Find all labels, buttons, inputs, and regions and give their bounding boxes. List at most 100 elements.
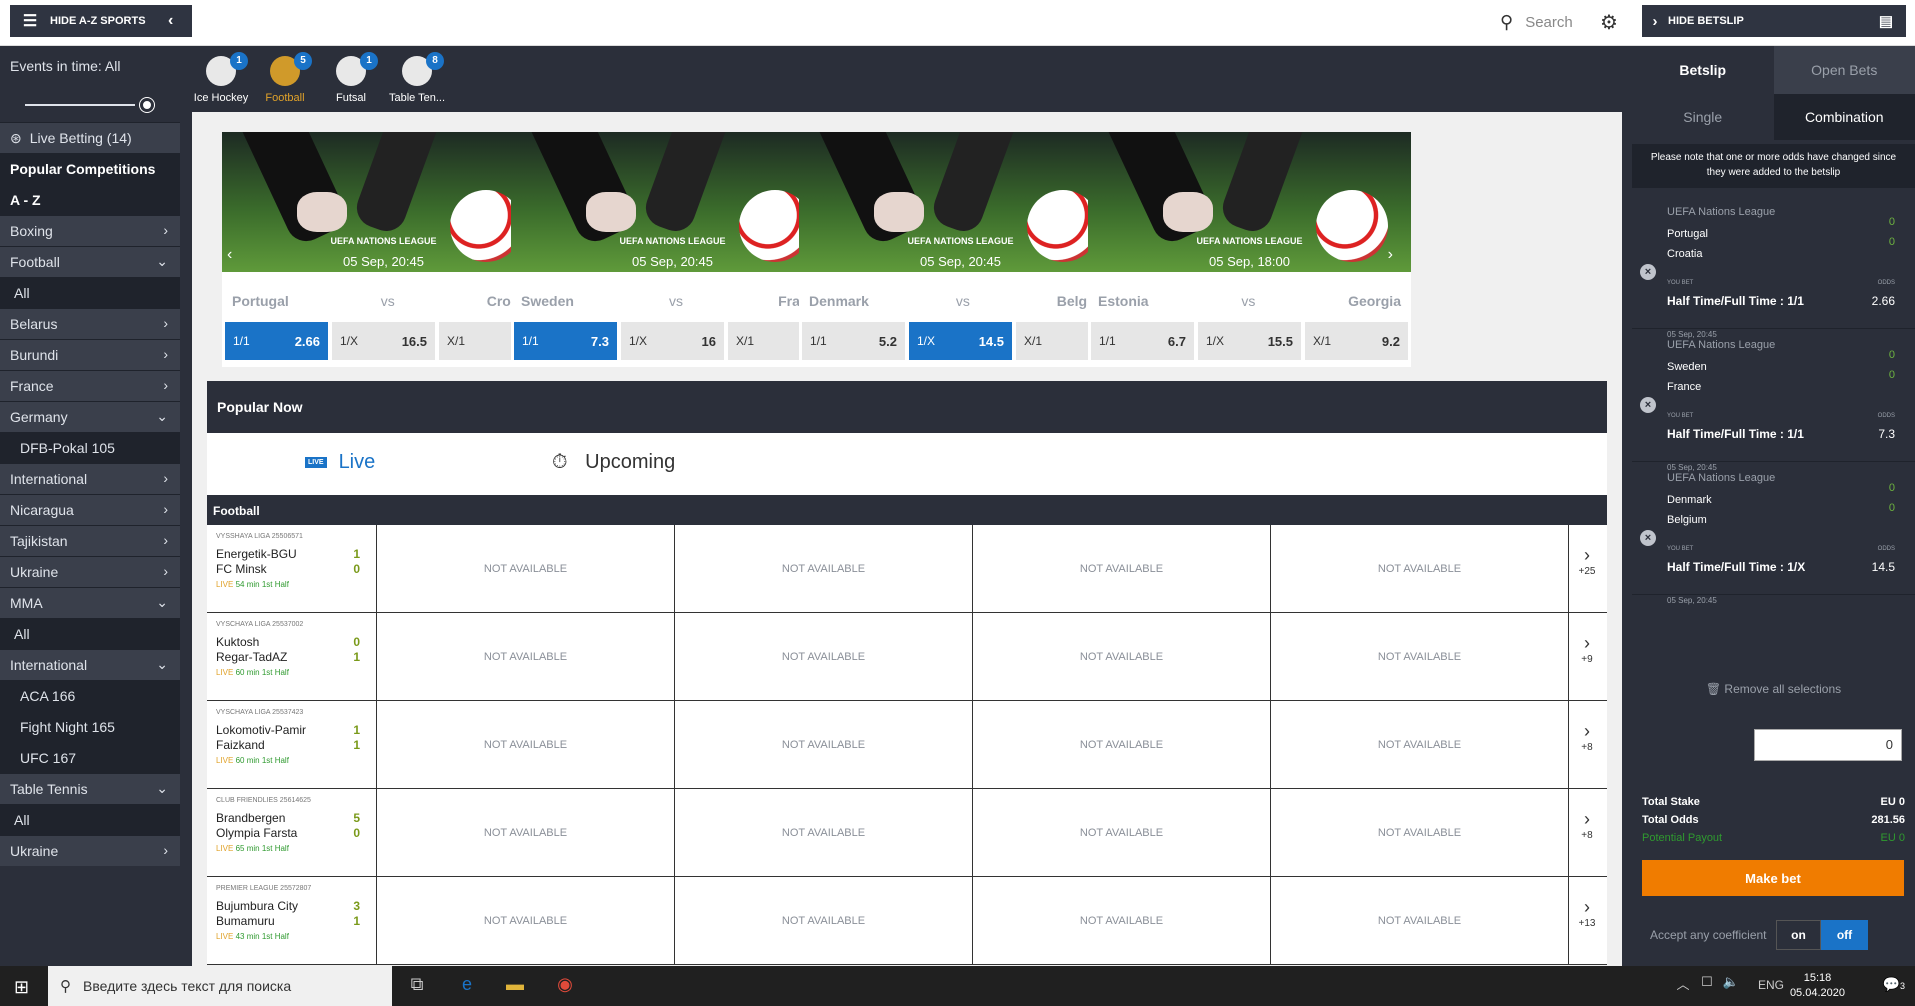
tab-single[interactable]: Single [1632,94,1774,140]
sidebar-item-5[interactable]: Belarus › [0,308,180,339]
time-slider-track[interactable] [25,104,135,106]
match-time: 60 min 1st Half [235,756,289,765]
odds-button[interactable]: 1/1 2.66 [225,322,328,360]
odds-button[interactable]: 1/1 5.2 [802,322,905,360]
time-slider-handle[interactable] [140,98,154,112]
close-icon[interactable]: × [1640,264,1656,280]
tab-open-bets[interactable]: Open Bets [1773,46,1915,94]
odds-button[interactable]: 1/X 16 [621,322,724,360]
match-info: CLUB FRIENDLIES 25614625 Brandbergen Olymp… [207,789,377,876]
odds-not-available: NOT AVAILABLE [1271,613,1569,700]
tab-live-label: Live [338,451,376,473]
notification-icon[interactable]: 💬3 [1883,976,1905,993]
remove-all-button[interactable]: 🗑 Remove all selections [1632,682,1915,696]
table-row[interactable]: VYSSHAYA LIGA 25506571 Energetik-BGU FC Mi… [207,525,1607,613]
sidebar-item-21[interactable]: All [0,804,180,835]
sidebar-item-label: Popular Competitions [10,161,156,177]
table-row[interactable]: VYSCHAYA LIGA 25537002 Kuktosh Regar-TadAZ… [207,613,1607,701]
volume-icon[interactable]: 🔈 [1716,974,1746,998]
more-markets-button[interactable]: › +8 [1569,701,1605,788]
odds-value: 6.7 [1167,333,1186,349]
edge-icon[interactable]: e [452,974,482,998]
sidebar-item-13[interactable]: Ukraine › [0,556,180,587]
featured-match-card[interactable]: UEFA NATIONS LEAGUE 05 Sep, 20:45 Denmark v… [799,132,1122,367]
sidebar-item-10[interactable]: International › [0,463,180,494]
taskbar-search[interactable]: ⚲ Введите здесь текст для поиска [48,966,392,1006]
sidebar-item-18[interactable]: Fight Night 165 [0,711,180,742]
more-markets-button[interactable]: › +25 [1569,525,1605,612]
sidebar-item-14[interactable]: MMA ⌄ [0,587,180,618]
sidebar-item-19[interactable]: UFC 167 [0,742,180,773]
sidebar-item-3[interactable]: Football ⌄ [0,246,180,277]
odds-button[interactable]: X/1 9.2 [1305,322,1408,360]
sport-3[interactable]: 8 Table Ten... [382,52,452,104]
sidebar-item-22[interactable]: Ukraine › [0,835,180,866]
sidebar-item-15[interactable]: All [0,618,180,649]
tab-combination[interactable]: Combination [1773,94,1915,140]
table-row[interactable]: PREMIER LEAGUE 25572807 Bujumbura City Bum… [207,877,1607,965]
accept-off-toggle[interactable]: off [1821,920,1868,950]
close-icon[interactable]: × [1640,397,1656,413]
chrome-icon[interactable]: ◉ [550,974,580,998]
tab-live[interactable]: LIVE Live [305,451,375,474]
sport-1[interactable]: 5 Football [250,52,320,104]
top-bar: ☰ HIDE A-Z SPORTS ‹ ⚲ Search ⚙ › HIDE BE… [0,0,1915,46]
more-markets-count: +9 [1581,654,1593,665]
hide-az-sports-button[interactable]: ☰ HIDE A-Z SPORTS ‹ [10,5,192,37]
card-teams: SwedenvsFrance [521,293,824,309]
sidebar-item-6[interactable]: Burundi › [0,339,180,370]
sidebar-item-1[interactable]: A - Z [0,184,180,215]
chevron-right-icon[interactable]: › [1388,246,1393,264]
featured-match-card[interactable]: UEFA NATIONS LEAGUE 05 Sep, 18:00 › Estonia… [1088,132,1411,367]
file-explorer-icon[interactable]: ▬ [500,974,530,998]
card-teams: Denmark vs Belgium [809,293,1112,309]
search-box[interactable]: ⚲ Search [1500,10,1573,34]
tab-betslip[interactable]: Betslip [1632,46,1774,94]
clock[interactable]: 15:18 05.04.2020 [1790,971,1845,1001]
odds-button[interactable]: 1/1 6.7 [1091,322,1194,360]
more-markets-button[interactable]: › +8 [1569,789,1605,876]
stake-input[interactable]: 0 [1754,729,1902,761]
windows-start-icon[interactable]: ⊞ [14,977,29,998]
sidebar-item-11[interactable]: Nicaragua › [0,494,180,525]
close-icon[interactable]: × [1640,530,1656,546]
player-leg [1217,132,1309,237]
tab-upcoming[interactable]: ⏱ Upcoming [552,451,675,474]
chevron-left-icon[interactable]: ‹ [227,246,232,264]
sidebar-item-4[interactable]: All [0,277,180,308]
table-row[interactable]: CLUB FRIENDLIES 25614625 Brandbergen Olymp… [207,789,1607,877]
away-score: 0 [353,826,360,840]
odds-key: 1/1 [810,334,827,348]
sidebar-item-2[interactable]: Boxing › [0,215,180,246]
gear-icon[interactable]: ⚙ [1600,10,1618,35]
featured-match-card[interactable]: UEFA NATIONS LEAGUE 05 Sep, 20:45 Sweden vs… [511,132,834,367]
task-view-icon[interactable]: ⧉ [402,974,432,998]
odds-button[interactable]: 1/X 15.5 [1198,322,1301,360]
make-bet-button[interactable]: Make bet [1642,860,1904,896]
hide-betslip-button[interactable]: › HIDE BETSLIP ▤ [1642,5,1906,37]
windows-taskbar: ⊞ ⚲ Введите здесь текст для поиска ⧉ e ▬… [0,966,1915,1006]
sidebar-item-7[interactable]: France › [0,370,180,401]
live-betting-link[interactable]: ⊛ Live Betting (14) [0,122,180,153]
odds-button[interactable]: 1/X 16.5 [332,322,435,360]
sport-2[interactable]: 1 Futsal [316,52,386,104]
language-indicator[interactable]: ENG [1756,978,1786,1002]
sidebar-item-9[interactable]: DFB-Pokal 105 [0,432,180,463]
odds-button[interactable]: 1/1 7.3 [514,322,617,360]
chevron-right-icon: › [163,377,168,393]
accept-on-toggle[interactable]: on [1776,920,1821,950]
sidebar-item-17[interactable]: ACA 166 [0,680,180,711]
sidebar-item-16[interactable]: International ⌄ [0,649,180,680]
sidebar-item-12[interactable]: Tajikistan › [0,525,180,556]
sidebar-item-8[interactable]: Germany ⌄ [0,401,180,432]
more-markets-button[interactable]: › +13 [1569,877,1605,964]
table-row[interactable]: VYSCHAYA LIGA 25537423 Lokomotiv-Pamir Fai… [207,701,1607,789]
sidebar-item-0[interactable]: Popular Competitions [0,153,180,184]
match-status: LIVE 54 min 1st Half [216,580,289,589]
featured-match-card[interactable]: UEFA NATIONS LEAGUE 05 Sep, 20:45 ‹ Portuga… [222,132,545,367]
sport-0[interactable]: 1 Ice Hockey [192,52,256,104]
odds-button[interactable]: 1/X 14.5 [909,322,1012,360]
more-markets-button[interactable]: › +9 [1569,613,1605,700]
sidebar-item-20[interactable]: Table Tennis ⌄ [0,773,180,804]
sidebar-item-label: MMA [10,595,43,611]
